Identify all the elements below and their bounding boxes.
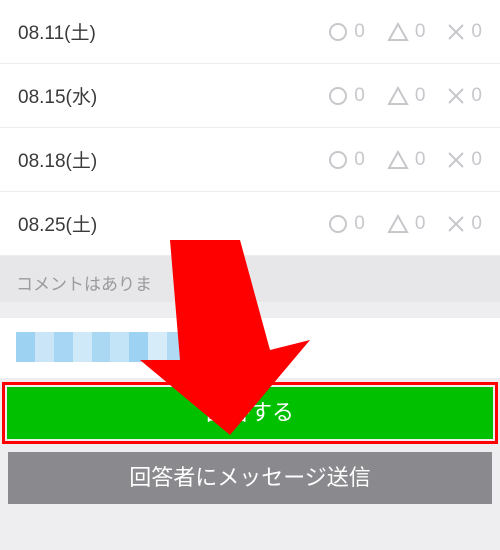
date-label: 08.18(土)	[18, 146, 97, 173]
count-maybe: 0	[387, 213, 426, 235]
cross-icon	[447, 23, 465, 41]
date-option-row[interactable]: 08.15(水) 0 0 0	[0, 64, 500, 128]
cross-icon	[447, 215, 465, 233]
date-option-row[interactable]: 08.11(土) 0 0 0	[0, 0, 500, 64]
date-label: 08.15(水)	[18, 82, 97, 109]
count-yes: 0	[328, 149, 365, 171]
poll-screen: 08.11(土) 0 0 0 08.15(水)	[0, 0, 500, 550]
count-value: 0	[354, 213, 365, 235]
count-maybe: 0	[387, 21, 426, 43]
date-label: 08.11(土)	[18, 18, 96, 45]
count-value: 0	[471, 213, 482, 235]
triangle-icon	[387, 214, 409, 234]
circle-icon	[328, 22, 348, 42]
triangle-icon	[387, 150, 409, 170]
count-value: 0	[471, 85, 482, 107]
comment-placeholder: コメントはありま	[16, 275, 152, 294]
date-option-row[interactable]: 08.25(土) 0 0 0	[0, 192, 500, 256]
spacer	[0, 302, 500, 318]
highlight-outline: 回答する	[2, 382, 498, 444]
cross-icon	[447, 87, 465, 105]
count-no: 0	[447, 149, 482, 171]
triangle-icon	[387, 86, 409, 106]
blurred-content-panel	[0, 318, 500, 378]
count-no: 0	[447, 21, 482, 43]
count-value: 0	[415, 213, 426, 235]
date-label: 08.25(土)	[18, 210, 97, 237]
count-value: 0	[471, 149, 482, 171]
count-maybe: 0	[387, 149, 426, 171]
date-option-list: 08.11(土) 0 0 0 08.15(水)	[0, 0, 500, 256]
count-yes: 0	[328, 21, 365, 43]
count-value: 0	[415, 85, 426, 107]
respond-button[interactable]: 回答する	[7, 387, 493, 439]
count-value: 0	[471, 21, 482, 43]
triangle-icon	[387, 22, 409, 42]
count-value: 0	[354, 149, 365, 171]
count-value: 0	[354, 21, 365, 43]
message-responders-button[interactable]: 回答者にメッセージ送信	[8, 452, 492, 504]
count-value: 0	[415, 149, 426, 171]
count-maybe: 0	[387, 85, 426, 107]
circle-icon	[328, 86, 348, 106]
counts-group: 0 0 0	[328, 85, 482, 107]
message-button-label: 回答者にメッセージ送信	[129, 465, 371, 490]
count-yes: 0	[328, 213, 365, 235]
date-option-row[interactable]: 08.18(土) 0 0 0	[0, 128, 500, 192]
counts-group: 0 0 0	[328, 149, 482, 171]
count-yes: 0	[328, 85, 365, 107]
counts-group: 0 0 0	[328, 213, 482, 235]
circle-icon	[328, 150, 348, 170]
cross-icon	[447, 151, 465, 169]
counts-group: 0 0 0	[328, 21, 482, 43]
blurred-content	[16, 332, 186, 362]
count-value: 0	[415, 21, 426, 43]
respond-button-label: 回答する	[206, 400, 294, 425]
count-value: 0	[354, 85, 365, 107]
circle-icon	[328, 214, 348, 234]
count-no: 0	[447, 213, 482, 235]
comment-section: コメントはありま	[0, 256, 500, 302]
count-no: 0	[447, 85, 482, 107]
